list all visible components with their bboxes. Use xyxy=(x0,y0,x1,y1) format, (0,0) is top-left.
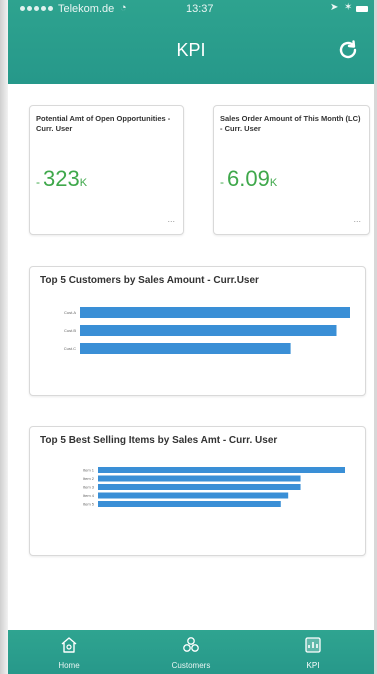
chart-category-label: Item 4 xyxy=(83,493,95,498)
kpi-value-unit: K xyxy=(79,177,88,189)
kpi-value-number: 323 xyxy=(43,166,80,191)
kpi-trend-icon: - xyxy=(220,175,224,189)
chart-category-label: Item 2 xyxy=(83,476,95,481)
kpi-title: Potential Amt of Open Opportunities - Cu… xyxy=(36,114,171,133)
chart-bar[interactable] xyxy=(98,467,345,473)
tab-kpi[interactable]: KPI xyxy=(252,630,374,674)
chart-bar[interactable] xyxy=(80,343,291,354)
chart-bar[interactable] xyxy=(98,492,289,499)
carrier-name: Telekom.de xyxy=(58,3,115,15)
kpi-value: -6.09K xyxy=(220,166,277,192)
chart-card-top-customers[interactable]: Top 5 Customers by Sales Amount - Curr.U… xyxy=(29,266,366,396)
app-header: Telekom.de ◔ 13:37 ➤ ✶ KPI xyxy=(8,0,374,84)
top-customers-chart: Cust.A Cust.B Cust.C xyxy=(64,307,350,354)
chart-bar[interactable] xyxy=(80,307,350,318)
tab-label: KPI xyxy=(306,661,320,670)
kpi-more-icon[interactable]: ... xyxy=(353,214,361,224)
chart-category-label: Item 1 xyxy=(83,468,95,473)
signal-icon xyxy=(20,6,53,11)
chart-bar[interactable] xyxy=(80,325,337,336)
chart-bar[interactable] xyxy=(98,484,301,490)
bottom-tab-bar: Home Customers KPI xyxy=(8,630,374,674)
home-icon xyxy=(61,637,77,653)
tab-customers[interactable]: Customers xyxy=(130,630,252,674)
kpi-card-sales-order-amount[interactable]: Sales Order Amount of This Month (LC) - … xyxy=(213,105,370,235)
kpi-content: Potential Amt of Open Opportunities - Cu… xyxy=(8,84,374,630)
kpi-value-unit: K xyxy=(269,177,278,189)
kpi-card-open-opportunities[interactable]: Potential Amt of Open Opportunities - Cu… xyxy=(29,105,184,235)
status-bar: Telekom.de ◔ 13:37 ➤ ✶ xyxy=(8,0,374,20)
bluetooth-icon: ✶ xyxy=(344,2,353,13)
kpi-value-number: 6.09 xyxy=(227,166,270,191)
wifi-icon: ◔ xyxy=(120,2,127,14)
kpi-more-icon[interactable]: ... xyxy=(167,214,175,224)
kpi-icon xyxy=(305,637,321,653)
location-icon: ➤ xyxy=(330,2,339,13)
chart-category-label: Cust.B xyxy=(64,328,76,333)
page-title: KPI xyxy=(176,40,206,60)
tab-label: Customers xyxy=(171,661,211,670)
battery-icon xyxy=(356,6,368,12)
phone-screen: Telekom.de ◔ 13:37 ➤ ✶ KPI Potential Amt… xyxy=(0,0,377,674)
chart-category-label: Item 5 xyxy=(83,502,95,507)
customers-icon xyxy=(183,637,199,652)
kpi-title: Sales Order Amount of This Month (LC) - … xyxy=(220,114,361,133)
tab-label: Home xyxy=(58,661,80,670)
chart-category-label: Cust.C xyxy=(64,346,76,351)
device-edge xyxy=(0,0,8,674)
tab-home[interactable]: Home xyxy=(8,630,130,674)
chart-category-label: Item 3 xyxy=(83,485,95,490)
chart-bar[interactable] xyxy=(98,501,281,507)
refresh-icon[interactable] xyxy=(336,38,360,62)
kpi-value: -323K xyxy=(36,166,87,192)
chart-bar[interactable] xyxy=(98,475,301,482)
chart-card-best-selling-items[interactable]: Top 5 Best Selling Items by Sales Amt - … xyxy=(29,426,366,556)
status-time: 13:37 xyxy=(186,3,214,15)
best-selling-items-chart: Item 1 Item 2 Item 3 Item 4 Item 5 xyxy=(83,467,345,507)
chart-category-label: Cust.A xyxy=(64,310,76,315)
kpi-trend-icon: - xyxy=(36,175,40,189)
